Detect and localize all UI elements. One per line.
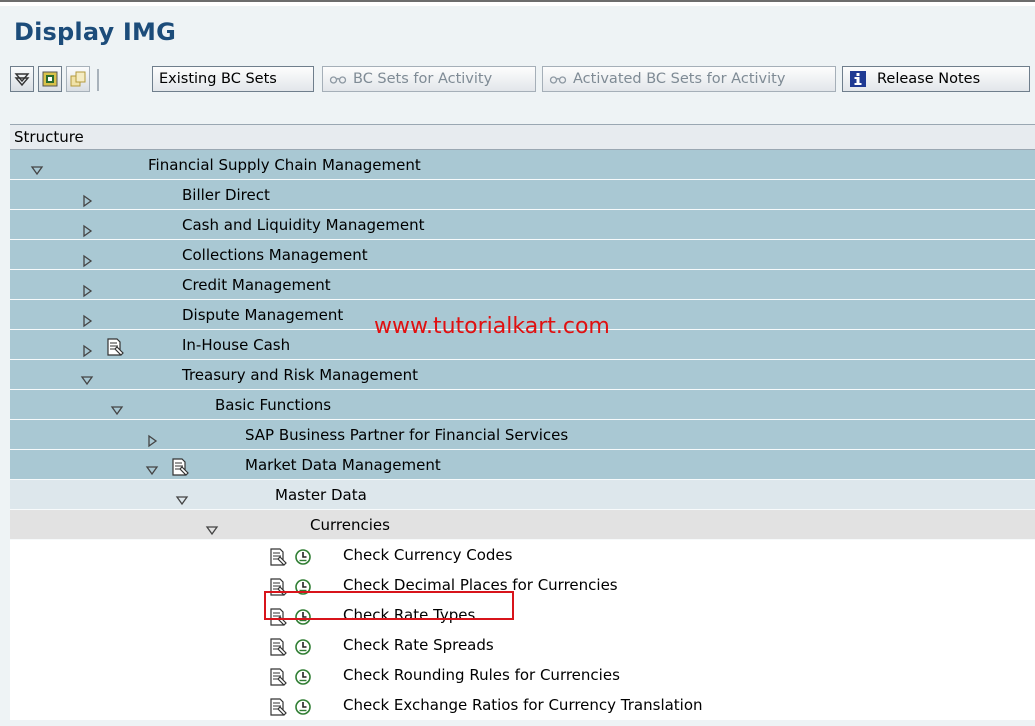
tree-row[interactable]: Check Decimal Places for Currencies [10,570,1035,600]
existing-bc-sets-button[interactable]: Existing BC Sets [152,66,314,92]
tree-row[interactable]: Credit Management [10,270,1035,300]
activated-bc-sets-button[interactable]: Activated BC Sets for Activity [542,66,836,92]
tree-node-label: Treasury and Risk Management [182,366,419,384]
tree-node-label: Basic Functions [215,396,332,414]
expand-node-icon[interactable] [145,428,159,448]
tree-row[interactable]: Basic Functions [10,390,1035,420]
tree-row[interactable]: Cash and Liquidity Management [10,210,1035,240]
tree-row[interactable]: Check Exchange Ratios for Currency Trans… [10,690,1035,720]
tree-node-label: Dispute Management [182,306,344,324]
tree-node-label: Credit Management [182,276,331,294]
tree-node-label: Check Exchange Ratios for Currency Trans… [343,696,703,714]
tree-row[interactable]: Currencies [10,510,1035,540]
application-toolbar: Existing BC Sets BC Sets for Activity Ac… [10,66,1035,94]
tree-node-label: Check Currency Codes [343,546,513,564]
img-structure-tree: Structure Financial Supply Chain Managem… [10,124,1035,720]
activated-bc-sets-label: Activated BC Sets for Activity [573,71,786,87]
documentation-icon[interactable] [269,636,289,656]
tree-node-label: In-House Cash [182,336,291,354]
copy-structure-icon[interactable] [66,66,90,92]
tree-node-label: SAP Business Partner for Financial Servi… [245,426,569,444]
collapse-node-icon[interactable] [110,398,124,416]
highlight-box [264,591,514,620]
tree-header: Structure [10,124,1035,150]
execute-activity-icon[interactable] [294,636,312,655]
execute-activity-icon[interactable] [294,546,312,565]
documentation-icon[interactable] [171,456,191,476]
tree-row[interactable]: Collections Management [10,240,1035,270]
collapse-node-icon[interactable] [30,158,44,176]
execute-activity-icon[interactable] [294,696,312,715]
window-top-border [0,0,1035,6]
tree-node-label: Cash and Liquidity Management [182,216,425,234]
expand-subtree-icon[interactable] [10,66,34,92]
bc-sets-for-activity-label: BC Sets for Activity [353,71,493,87]
tree-row[interactable]: Treasury and Risk Management [10,360,1035,390]
execute-activity-icon[interactable] [294,666,312,685]
tree-node-label: Collections Management [182,246,368,264]
tree-node-label: Market Data Management [245,456,441,474]
expand-node-icon[interactable] [80,248,94,268]
bc-sets-for-activity-button[interactable]: BC Sets for Activity [322,66,536,92]
tree-row[interactable]: Check Rate Spreads [10,630,1035,660]
tree-row[interactable]: Market Data Management [10,450,1035,480]
tree-node-label: Check Rounding Rules for Currencies [343,666,620,684]
where-used-icon[interactable] [38,66,62,92]
tree-node-label: Master Data [275,486,367,504]
collapse-node-icon[interactable] [80,368,94,386]
expand-node-icon[interactable] [80,218,94,238]
link-glasses-icon [549,73,567,85]
expand-node-icon[interactable] [80,308,94,328]
tree-rows: Financial Supply Chain Management Biller … [10,150,1035,720]
documentation-icon[interactable] [269,546,289,566]
tree-row[interactable]: SAP Business Partner for Financial Servi… [10,420,1035,450]
expand-node-icon[interactable] [80,338,94,358]
expand-node-icon[interactable] [80,278,94,298]
tree-node-label: Currencies [310,516,390,534]
tree-row[interactable]: Master Data [10,480,1035,510]
tree-row[interactable]: Check Currency Codes [10,540,1035,570]
tree-row[interactable]: Financial Supply Chain Management [10,150,1035,180]
collapse-node-icon[interactable] [175,488,189,506]
release-notes-label: Release Notes [877,71,981,87]
watermark: www.tutorialkart.com [374,314,610,339]
tree-node-label: Check Rate Spreads [343,636,494,654]
release-notes-button[interactable]: Release Notes [842,66,1030,92]
documentation-icon[interactable] [269,666,289,686]
documentation-icon[interactable] [269,696,289,716]
tree-node-label: Financial Supply Chain Management [148,156,421,174]
tree-row[interactable]: Check Rounding Rules for Currencies [10,660,1035,690]
collapse-node-icon[interactable] [205,518,219,536]
existing-bc-sets-label: Existing BC Sets [159,71,277,87]
tree-row[interactable]: Biller Direct [10,180,1035,210]
tree-node-label: Biller Direct [182,186,270,204]
link-glasses-icon [329,73,347,85]
collapse-node-icon[interactable] [145,458,159,476]
info-icon [849,70,867,88]
documentation-icon[interactable] [106,336,126,356]
page-title: Display IMG [14,18,177,46]
toolbar-separator [97,69,99,91]
expand-node-icon[interactable] [80,188,94,208]
tree-row[interactable]: Check Rate Types [10,600,1035,630]
